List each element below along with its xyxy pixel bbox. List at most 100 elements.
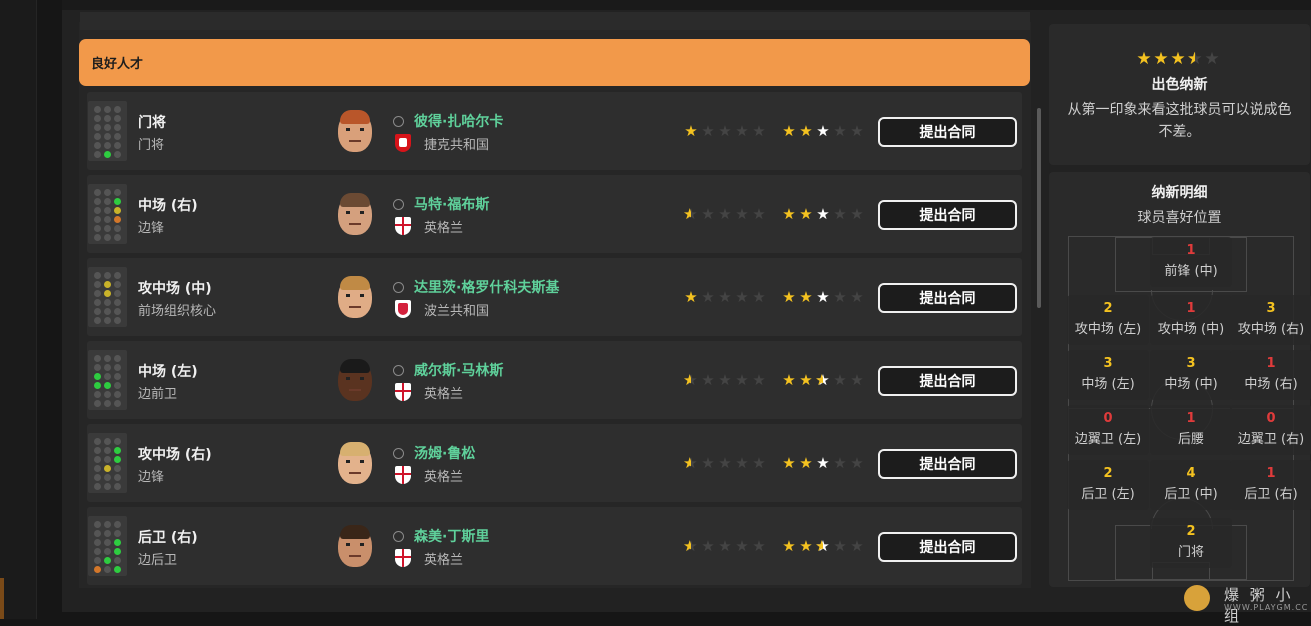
position-label: 边翼卫 (左) (1074, 432, 1142, 447)
england-flag-icon (395, 466, 411, 484)
position-label: 攻中场 (左) (1074, 322, 1142, 337)
position-mini-pitch (88, 267, 127, 327)
player-face-avatar[interactable] (338, 442, 372, 484)
player-face-avatar[interactable] (338, 525, 372, 567)
primary-position: 攻中场 (右) (138, 447, 212, 463)
position-dot (94, 299, 101, 306)
position-dot (94, 142, 101, 149)
position-dot (94, 391, 101, 398)
position-dot (114, 530, 121, 537)
position-dot (114, 216, 121, 223)
star-icon: ★ (752, 205, 766, 223)
star-icon: ★ (718, 288, 732, 306)
position-mini-pitch (88, 184, 127, 244)
star-icon: ★ (782, 122, 796, 140)
player-nationality: 英格兰 (424, 387, 464, 402)
player-name-link[interactable]: 森美·丁斯里 (414, 526, 489, 546)
prospect-row[interactable]: 后卫 (右)边后卫森美·丁斯里英格兰★★★★★★★★★★提出合同 (87, 507, 1022, 585)
player-face-avatar[interactable] (338, 110, 372, 152)
potential-ability-stars: ★ ★ ★ ★ ★ (781, 455, 865, 471)
star-icon: ★ (816, 205, 830, 223)
position-count-cell: 1 前锋 (中) (1150, 237, 1232, 287)
position-dot (94, 308, 101, 315)
star-icon: ★ (735, 288, 749, 306)
position-count-cell: 2 攻中场 (左) (1067, 295, 1149, 345)
list-scrollbar[interactable] (1037, 108, 1041, 308)
position-count: 1 (1186, 243, 1196, 258)
position-count: 2 (1103, 466, 1113, 481)
star-icon: ★ (701, 205, 715, 223)
position-dot (104, 557, 111, 564)
star-icon: ★ (718, 371, 732, 389)
position-count: 1 (1186, 411, 1196, 426)
player-name-link[interactable]: 达里茨·格罗什科夫斯基 (414, 277, 559, 297)
position-count-cell: 0 边翼卫 (左) (1067, 405, 1149, 455)
intake-details-card: 纳新明细 球员喜好位置 1 前锋 (中) 2 攻中场 (左) 1 攻中场 (中) 3 攻中场 … (1049, 172, 1311, 587)
position-dot (114, 539, 121, 546)
position-dot (94, 400, 101, 407)
prospect-row[interactable]: 攻中场 (右)边锋汤姆·鲁松英格兰★★★★★★★★★★提出合同 (87, 424, 1022, 502)
prospect-row[interactable]: 中场 (右)边锋马特·福布斯英格兰★★★★★★★★★★提出合同 (87, 175, 1022, 253)
position-label: 中场 (中) (1164, 377, 1218, 392)
position-dot (114, 290, 121, 297)
player-eyes (346, 377, 364, 380)
offer-contract-button[interactable]: 提出合同 (878, 200, 1017, 230)
star-icon: ★ (701, 122, 715, 140)
star-icon: ★ (833, 371, 847, 389)
position-label: 后卫 (左) (1081, 487, 1135, 502)
position-count-cell: 1 后卫 (右) (1230, 460, 1311, 510)
position-dot (114, 382, 121, 389)
position-dot (114, 308, 121, 315)
position-dot (114, 133, 121, 140)
offer-contract-button[interactable]: 提出合同 (878, 283, 1017, 313)
star-icon: ★ (735, 371, 749, 389)
position-dot (104, 272, 111, 279)
position-dot (104, 539, 111, 546)
position-dot (94, 364, 101, 371)
position-label: 后卫 (中) (1164, 487, 1218, 502)
position-dot (94, 198, 101, 205)
prospect-row[interactable]: 攻中场 (中) 前场组织核心 达里茨·格罗什科夫斯基 波兰共和国 ★ ★ ★ ★ ★ ★ ★ ★ ★ ★ 提… (87, 258, 1022, 336)
intake-rating-title: 出色纳新 (1151, 77, 1208, 93)
prospect-row[interactable]: 中场 (左)边前卫威尔斯·马林斯英格兰★★★★★★★★★★提出合同 (87, 341, 1022, 419)
position-count: 0 (1266, 411, 1276, 426)
player-name-link[interactable]: 彼得·扎哈尔卡 (414, 111, 503, 131)
offer-contract-button[interactable]: 提出合同 (878, 117, 1017, 147)
player-role: 边后卫 (138, 553, 178, 568)
position-dot (94, 133, 101, 140)
position-dot (104, 382, 111, 389)
player-name-link[interactable]: 汤姆·鲁松 (414, 443, 475, 463)
position-count-cell: 1 后腰 (1150, 405, 1232, 455)
position-label: 后腰 (1177, 432, 1204, 447)
star-icon: ★ (850, 288, 864, 306)
position-mini-pitch (88, 433, 127, 493)
potential-ability-stars: ★ ★ ★ ★ ★ (781, 123, 865, 139)
star-icon: ★ (683, 206, 699, 222)
player-face-avatar[interactable] (338, 359, 372, 401)
player-name-link[interactable]: 威尔斯·马林斯 (414, 360, 503, 380)
star-icon: ★ (850, 122, 864, 140)
player-mouth (349, 306, 361, 308)
prospect-list: 门将 门将 彼得·扎哈尔卡 捷克共和国 ★ ★ ★ ★ ★ ★ ★ ★ ★ ★ 提出合同 中场 (右) 边锋 马特… (79, 92, 1031, 588)
player-eyes (346, 128, 364, 131)
offer-contract-button[interactable]: 提出合同 (878, 366, 1017, 396)
star-icon: ★ (816, 122, 830, 140)
position-dot (114, 548, 121, 555)
person-icon (393, 531, 404, 542)
position-dot (104, 189, 111, 196)
position-dot (94, 465, 101, 472)
star-icon: ★ (833, 122, 847, 140)
position-dot (114, 355, 121, 362)
player-name-link[interactable]: 马特·福布斯 (414, 194, 489, 214)
star-icon: ★ (850, 205, 864, 223)
prospect-row[interactable]: 门将 门将 彼得·扎哈尔卡 捷克共和国 ★ ★ ★ ★ ★ ★ ★ ★ ★ ★ 提出合同 (87, 92, 1022, 170)
offer-contract-button[interactable]: 提出合同 (878, 449, 1017, 479)
offer-contract-button[interactable]: 提出合同 (878, 532, 1017, 562)
player-hair (340, 359, 370, 373)
current-ability-stars: ★ ★ ★ ★ ★ (683, 289, 767, 305)
player-face-avatar[interactable] (338, 276, 372, 318)
position-dot (114, 299, 121, 306)
player-face-avatar[interactable] (338, 193, 372, 235)
position-dot (104, 355, 111, 362)
position-dot (114, 115, 121, 122)
